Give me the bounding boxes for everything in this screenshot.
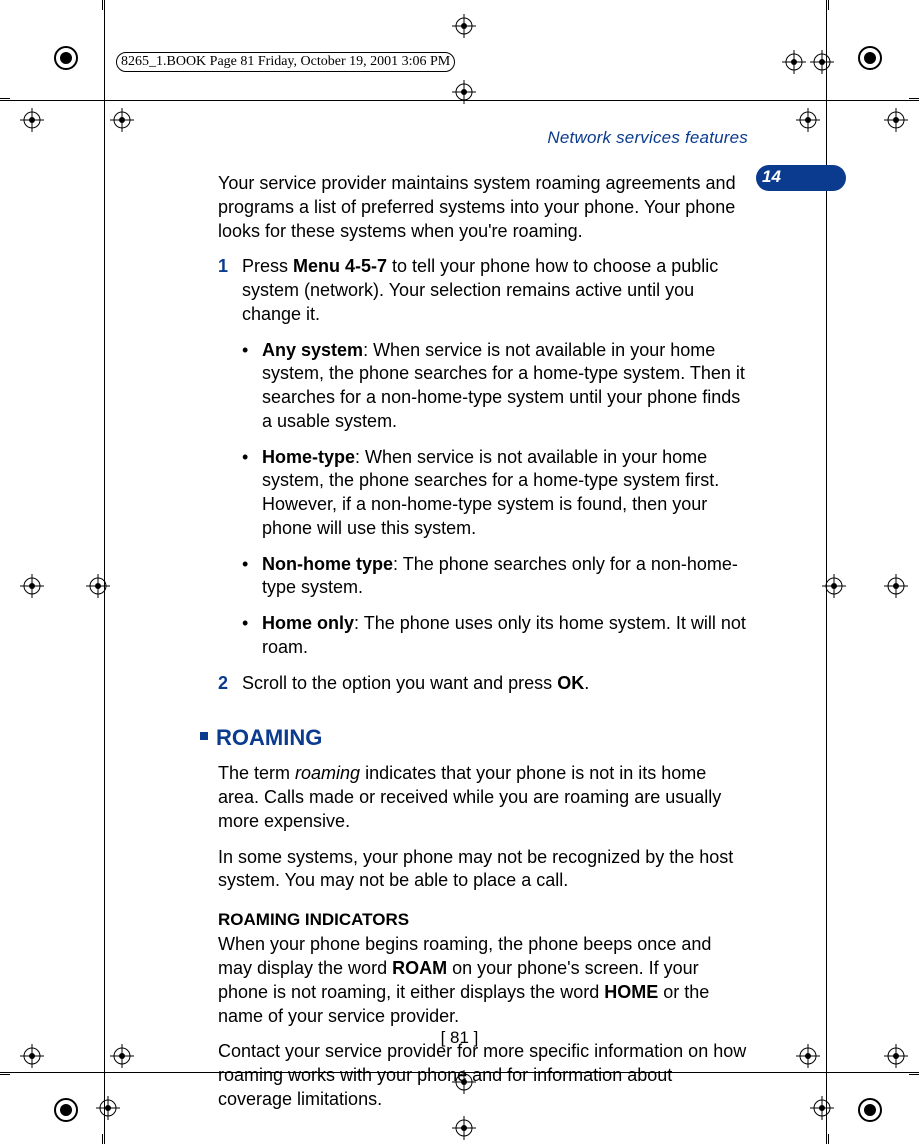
crosshair-icon — [796, 108, 820, 132]
crosshair-icon — [884, 574, 908, 598]
option-label: Home only — [262, 613, 354, 633]
crop-tick — [102, 1134, 103, 1144]
list-item: 1 Press Menu 4-5-7 to tell your phone ho… — [218, 255, 748, 326]
crop-tick — [0, 1074, 10, 1075]
option-label: Non-home type — [262, 554, 393, 574]
square-bullet-icon — [200, 732, 208, 740]
crop-line-left — [104, 0, 105, 1144]
home-word: HOME — [604, 982, 658, 1002]
bullet-icon: • — [242, 612, 262, 660]
crop-tick — [102, 0, 103, 10]
option-text: Non-home type: The phone searches only f… — [262, 553, 748, 601]
option-text: Any system: When service is not availabl… — [262, 339, 748, 434]
crosshair-icon — [86, 574, 110, 598]
option-label: Home-type — [262, 447, 355, 467]
option-text: Home-type: When service is not available… — [262, 446, 748, 541]
registration-mark-icon — [52, 1096, 80, 1124]
indicators-paragraph-1: When your phone begins roaming, the phon… — [218, 933, 748, 1028]
term-roaming: roaming — [295, 763, 360, 783]
crosshair-icon — [20, 574, 44, 598]
chapter-number: 14 — [762, 167, 781, 187]
crop-tick — [909, 98, 919, 99]
page-number: [ 81 ] — [0, 1028, 919, 1048]
numbered-list: 2 Scroll to the option you want and pres… — [218, 672, 748, 696]
menu-key: Menu 4-5-7 — [293, 256, 387, 276]
registration-mark-icon — [856, 1096, 884, 1124]
crosshair-icon — [110, 108, 134, 132]
text-run: Scroll to the option you want and press — [242, 673, 557, 693]
text-run: The term — [218, 763, 295, 783]
step-number: 2 — [218, 672, 242, 696]
list-item: 2 Scroll to the option you want and pres… — [218, 672, 748, 696]
bullet-icon: • — [242, 553, 262, 601]
page-header-title: Network services features — [218, 128, 748, 148]
crosshair-icon — [822, 574, 846, 598]
list-item: • Non-home type: The phone searches only… — [242, 553, 748, 601]
crop-tick — [0, 98, 10, 99]
registration-mark-icon — [856, 44, 884, 72]
crosshair-icon — [810, 1096, 834, 1120]
options-list: • Any system: When service is not availa… — [218, 339, 748, 660]
section-heading-roaming: ROAMING — [200, 723, 748, 752]
list-item: • Home-type: When service is not availab… — [242, 446, 748, 541]
text-run: . — [584, 673, 589, 693]
text-run: Press — [242, 256, 293, 276]
crosshair-icon — [810, 50, 834, 74]
bullet-icon: • — [242, 446, 262, 541]
step-number: 1 — [218, 255, 242, 326]
step-text: Scroll to the option you want and press … — [242, 672, 589, 696]
roaming-paragraph-1: The term roaming indicates that your pho… — [218, 762, 748, 833]
list-item: • Any system: When service is not availa… — [242, 339, 748, 434]
option-text: Home only: The phone uses only its home … — [262, 612, 748, 660]
roaming-paragraph-2: In some systems, your phone may not be r… — [218, 846, 748, 894]
crosshair-icon — [96, 1096, 120, 1120]
registration-mark-icon — [52, 44, 80, 72]
option-label: Any system — [262, 340, 363, 360]
crosshair-icon — [782, 50, 806, 74]
crosshair-icon — [20, 108, 44, 132]
crosshair-icon — [452, 80, 476, 104]
roam-word: ROAM — [392, 958, 447, 978]
subheading-roaming-indicators: ROAMING INDICATORS — [218, 909, 748, 931]
step-text: Press Menu 4-5-7 to tell your phone how … — [242, 255, 748, 326]
numbered-list: 1 Press Menu 4-5-7 to tell your phone ho… — [218, 255, 748, 326]
bullet-icon: • — [242, 339, 262, 434]
crosshair-icon — [452, 14, 476, 38]
crop-tick — [828, 1134, 829, 1144]
list-item: • Home only: The phone uses only its hom… — [242, 612, 748, 660]
crop-tick — [828, 0, 829, 10]
page-content: Network services features Your service p… — [218, 118, 748, 1124]
crosshair-icon — [884, 108, 908, 132]
chapter-tab: 14 — [756, 165, 846, 191]
heading-text: ROAMING — [216, 725, 322, 750]
ok-key: OK — [557, 673, 584, 693]
intro-paragraph: Your service provider maintains system r… — [218, 172, 748, 243]
crop-tick — [909, 1074, 919, 1075]
indicators-paragraph-2: Contact your service provider for more s… — [218, 1040, 748, 1111]
book-page-stamp: 8265_1.BOOK Page 81 Friday, October 19, … — [116, 52, 455, 72]
